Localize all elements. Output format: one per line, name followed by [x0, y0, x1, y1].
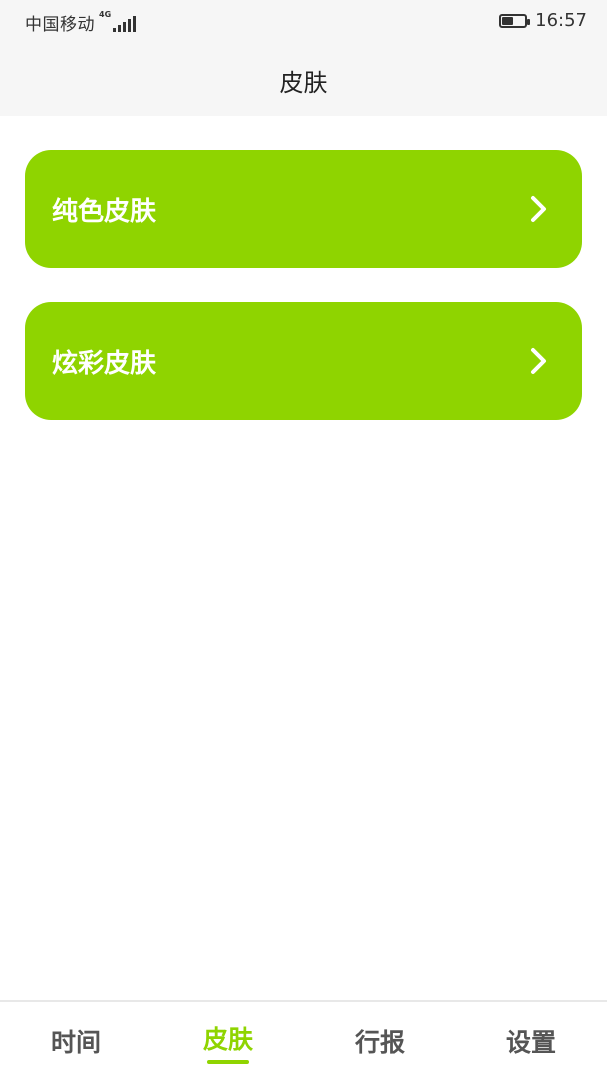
tab-report-label: 行报	[354, 1028, 405, 1057]
tab-skin-label: 皮肤	[202, 1025, 253, 1054]
status-right: 16:57	[499, 10, 587, 31]
tab-time-label: 时间	[50, 1028, 101, 1057]
network-type: 4G	[99, 9, 112, 19]
battery-icon	[499, 13, 531, 28]
solid-skin-button[interactable]: 纯色皮肤	[25, 150, 582, 268]
signal-icon: 4G	[99, 10, 136, 32]
tab-skin[interactable]: 皮肤	[152, 1002, 304, 1080]
tab-time[interactable]: 时间	[0, 1002, 152, 1080]
tab-settings[interactable]: 设置	[455, 1002, 607, 1080]
colorful-skin-label: 炫彩皮肤	[52, 348, 157, 379]
bottom-tab-bar: 时间 皮肤 行报 设置	[0, 1000, 607, 1080]
page-title: 皮肤	[279, 68, 328, 97]
solid-skin-label: 纯色皮肤	[52, 196, 157, 227]
status-bar: 中国移动 4G 16:57	[0, 0, 607, 44]
tab-report[interactable]: 行报	[304, 1002, 456, 1080]
chevron-right-icon	[531, 348, 546, 374]
chevron-right-icon	[531, 196, 546, 222]
active-tab-indicator	[207, 1060, 249, 1064]
tab-settings-label: 设置	[505, 1028, 556, 1057]
clock: 16:57	[535, 10, 587, 31]
carrier-info: 中国移动 4G	[25, 10, 136, 35]
colorful-skin-button[interactable]: 炫彩皮肤	[25, 302, 582, 420]
battery-fill	[502, 16, 514, 25]
carrier-name: 中国移动	[25, 15, 95, 35]
header: 皮肤	[0, 44, 607, 116]
